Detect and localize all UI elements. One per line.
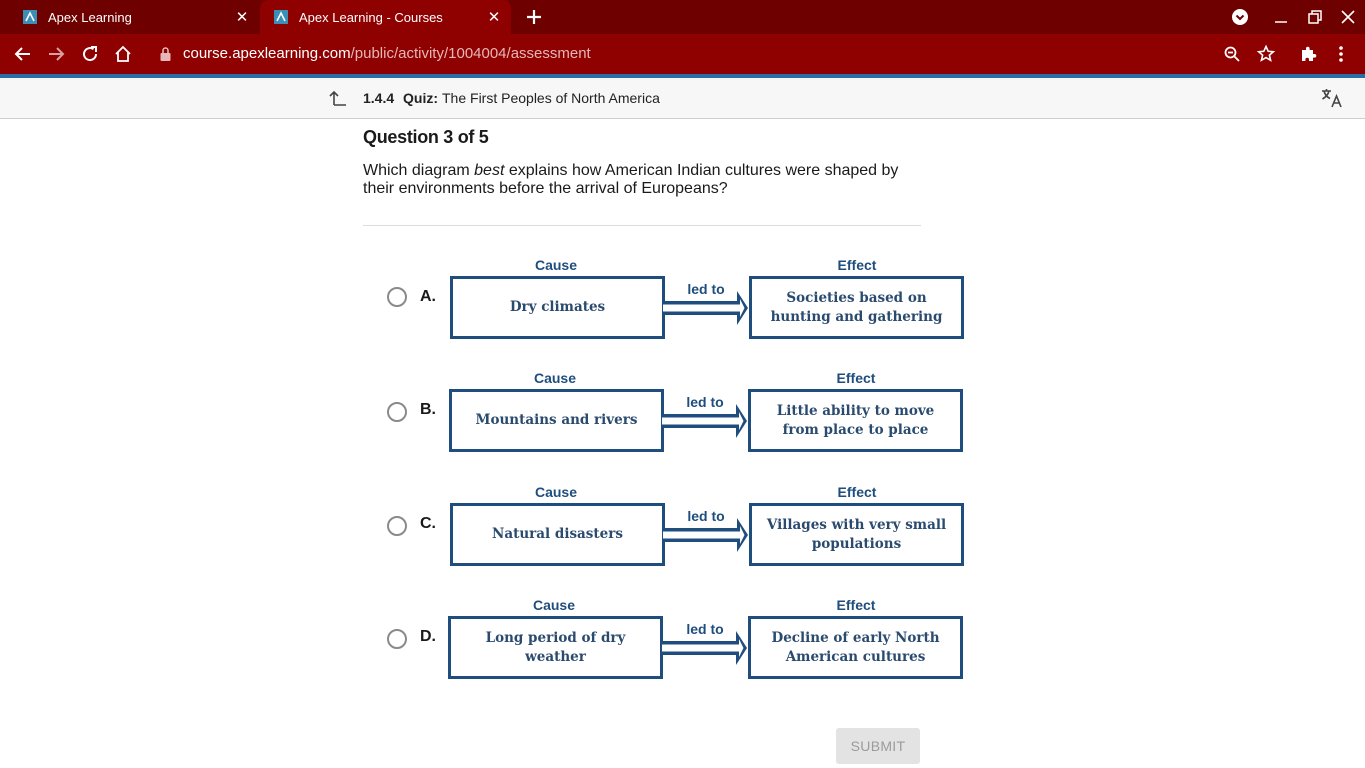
- cause-box: Long period of dry weather: [448, 616, 663, 679]
- effect-label: Effect: [836, 370, 876, 386]
- close-window-icon[interactable]: [1339, 8, 1357, 26]
- effect-label: Effect: [837, 257, 877, 273]
- arrow-icon: [662, 404, 747, 438]
- radio-button[interactable]: [387, 402, 407, 422]
- divider: [363, 225, 921, 226]
- new-tab-icon[interactable]: [524, 7, 544, 27]
- bookmark-star-icon[interactable]: [1256, 44, 1276, 64]
- answer-option-c[interactable]: C. Cause Effect Natural disasters led to…: [380, 483, 980, 575]
- option-letter: B.: [420, 401, 436, 418]
- arrow-icon: [663, 518, 748, 552]
- close-tab-icon[interactable]: ✕: [486, 9, 502, 26]
- reload-icon[interactable]: [80, 44, 100, 64]
- question-heading: Question 3 of 5: [363, 127, 489, 147]
- cause-label: Cause: [534, 484, 578, 500]
- home-icon[interactable]: [113, 44, 133, 64]
- apex-favicon-icon: [23, 10, 37, 24]
- tab-title: Apex Learning: [48, 9, 132, 25]
- answer-option-a[interactable]: A. Cause Effect Dry climates led to Soci…: [380, 256, 980, 348]
- cause-box: Mountains and rivers: [449, 389, 664, 452]
- effect-box: Villages with very small populations: [749, 503, 964, 566]
- cause-box: Dry climates: [450, 276, 665, 339]
- browser-tab-apex-learning[interactable]: Apex Learning ✕: [0, 0, 258, 34]
- question-text-part: Which diagram: [363, 162, 475, 179]
- effect-label: Effect: [836, 597, 876, 613]
- radio-button[interactable]: [387, 629, 407, 649]
- apex-favicon-icon: [274, 10, 288, 24]
- arrow-icon: [663, 291, 748, 325]
- effect-box: Societies based on hunting and gathering: [749, 276, 964, 339]
- browser-tab-apex-courses[interactable]: Apex Learning - Courses ✕: [260, 0, 511, 34]
- answer-option-b[interactable]: B. Cause Effect Mountains and rivers led…: [380, 369, 980, 461]
- back-icon[interactable]: [13, 44, 33, 64]
- zoom-icon[interactable]: [1222, 44, 1242, 64]
- cause-label: Cause: [532, 597, 576, 613]
- effect-box: Decline of early North American cultures: [748, 616, 963, 679]
- option-letter: D.: [420, 628, 436, 645]
- browser-toolbar: course.apexlearning.com/public/activity/…: [0, 34, 1365, 74]
- back-to-course-icon[interactable]: [328, 88, 348, 108]
- address-bar[interactable]: course.apexlearning.com/public/activity/…: [183, 45, 591, 62]
- radio-button[interactable]: [387, 287, 407, 307]
- minimize-icon[interactable]: [1272, 8, 1290, 26]
- option-letter: C.: [420, 515, 436, 532]
- url-host: course.apexlearning.com: [183, 45, 351, 62]
- tab-bar: Apex Learning ✕ Apex Learning - Courses …: [0, 0, 1365, 34]
- menu-kebab-icon[interactable]: [1331, 44, 1351, 64]
- activity-type: Quiz:: [403, 90, 438, 106]
- url-path: /public/activity/1004004/assessment: [350, 45, 591, 62]
- option-letter: A.: [420, 288, 436, 305]
- arrow-icon: [662, 631, 747, 665]
- radio-button[interactable]: [387, 516, 407, 536]
- translate-icon[interactable]: [1320, 86, 1344, 110]
- effect-box: Little ability to move from place to pla…: [748, 389, 963, 452]
- activity-number: 1.4.4: [363, 90, 395, 106]
- tab-title: Apex Learning - Courses: [299, 9, 443, 25]
- activity-header: 1.4.4 Quiz: The First Peoples of North A…: [0, 78, 1365, 119]
- question-text: Which diagram best explains how American…: [363, 162, 923, 198]
- question-emphasis: best: [474, 162, 505, 179]
- activity-title: The First Peoples of North America: [442, 90, 660, 106]
- cause-box: Natural disasters: [450, 503, 665, 566]
- close-tab-icon[interactable]: ✕: [234, 9, 250, 26]
- cause-label: Cause: [534, 257, 578, 273]
- forward-icon[interactable]: [46, 44, 66, 64]
- profile-dropdown-icon[interactable]: [1231, 8, 1249, 26]
- extensions-icon[interactable]: [1298, 44, 1318, 64]
- effect-label: Effect: [837, 484, 877, 500]
- cause-label: Cause: [533, 370, 577, 386]
- lock-icon[interactable]: [159, 46, 172, 62]
- submit-button[interactable]: SUBMIT: [836, 728, 920, 764]
- answer-option-d[interactable]: D. Cause Effect Long period of dry weath…: [380, 596, 980, 688]
- restore-icon[interactable]: [1306, 8, 1324, 26]
